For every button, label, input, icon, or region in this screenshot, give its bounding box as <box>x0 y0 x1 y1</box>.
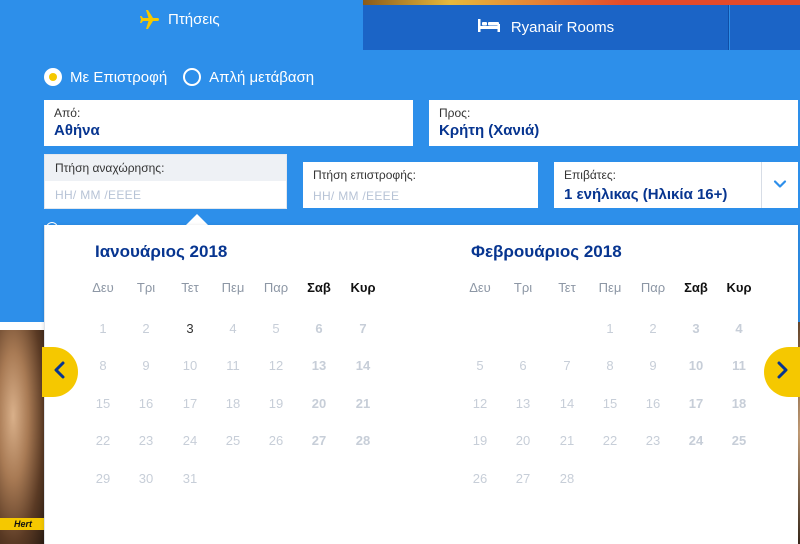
calendar-day: 23 <box>645 433 661 448</box>
return-placeholder: ΗΗ/ ΜΜ /ΕΕΕΕ <box>313 189 400 203</box>
calendar-day: 21 <box>559 433 575 448</box>
calendar-day: 2 <box>649 321 657 336</box>
tab-ryanair-rooms[interactable]: Ryanair Rooms <box>363 5 729 50</box>
radio-checked-icon <box>44 68 62 86</box>
calendar-day: 17 <box>688 396 704 411</box>
plane-icon <box>136 8 160 37</box>
month-title: Φεβρουάριος 2018 <box>471 242 622 261</box>
return-label: Πτήση επιστροφής: <box>313 168 417 182</box>
tab-more[interactable] <box>730 5 800 50</box>
calendar-day: 1 <box>606 321 614 336</box>
calendar-day: 11 <box>732 358 746 373</box>
calendar-day: 19 <box>472 433 488 448</box>
calendar-day: 16 <box>645 396 661 411</box>
weekday-header: Σαβ <box>684 280 708 295</box>
weekday-header: Παρ <box>640 280 666 295</box>
origin-value: Αθήνα <box>54 122 100 139</box>
calendar-day: 15 <box>602 396 618 411</box>
calendar-day: 3 <box>692 321 700 336</box>
departure-date-field[interactable]: Πτήση αναχώρησης: ΗΗ/ ΜΜ /ΕΕΕΕ <box>44 154 287 209</box>
weekday-header: Τρι <box>513 280 533 295</box>
destination-label: Προς: <box>439 106 471 120</box>
departure-placeholder: ΗΗ/ ΜΜ /ΕΕΕΕ <box>55 188 142 202</box>
bed-icon <box>477 17 501 38</box>
calendar-day: 20 <box>515 433 531 448</box>
passengers-field[interactable]: Επιβάτες: 1 ενήλικας (Ηλικία 16+) <box>554 162 798 208</box>
date-picker-calendar: Ιανουάριος 2018 Δευ Τρι Τετ Πεμ Παρ Σαβ Κυρ 1 2 3… <box>44 225 798 544</box>
one-way-radio[interactable]: Απλή μετάβαση <box>183 68 314 86</box>
calendar-day: 25 <box>731 433 747 448</box>
calendar-day: 14 <box>559 396 575 411</box>
calendar-day: 6 <box>519 358 527 373</box>
weekday-header: Πεμ <box>598 280 622 295</box>
calendar-day: 26 <box>472 471 488 486</box>
calendar-day: 28 <box>559 471 575 486</box>
calendar-day: 24 <box>688 433 704 448</box>
calendar-day: 5 <box>476 358 484 373</box>
origin-field[interactable]: Από: Αθήνα <box>44 100 413 146</box>
tab-flights-label: Πτήσεις <box>168 11 220 28</box>
return-trip-label: Με Επιστροφή <box>70 68 168 86</box>
trip-type-selector: Με Επιστροφή Απλή μετάβαση <box>44 68 314 86</box>
calendar-day: 10 <box>688 358 704 373</box>
tab-rooms-label: Ryanair Rooms <box>510 19 615 36</box>
radio-unchecked-icon <box>183 68 202 86</box>
return-date-field[interactable]: Πτήση επιστροφής: ΗΗ/ ΜΜ /ΕΕΕΕ <box>303 162 538 208</box>
calendar-month-february: Φεβρουάριος 2018 Δευ Τρι Τετ Πεμ Παρ Σαβ Κυρ 1 2… <box>45 225 798 544</box>
calendar-day: 13 <box>515 396 531 411</box>
weekday-header: Δευ <box>469 280 491 295</box>
tab-flights[interactable]: Πτήσεις <box>0 0 362 50</box>
hertz-badge: Hert <box>0 518 44 530</box>
destination-field[interactable]: Προς: Κρήτη (Χανιά) <box>429 100 798 146</box>
chevron-left-icon <box>53 361 67 384</box>
origin-label: Από: <box>54 106 81 120</box>
weekday-header: Τετ <box>558 280 576 295</box>
passengers-value: 1 ενήλικας (Ηλικία 16+) <box>564 186 728 203</box>
return-trip-radio[interactable]: Με Επιστροφή <box>44 68 167 86</box>
calendar-pointer <box>186 214 208 225</box>
one-way-label: Απλή μετάβαση <box>209 68 315 86</box>
calendar-day: 12 <box>472 396 488 411</box>
calendar-day: 4 <box>735 321 743 336</box>
destination-value: Κρήτη (Χανιά) <box>439 122 540 139</box>
calendar-day: 18 <box>731 396 747 411</box>
chevron-right-icon <box>775 361 789 384</box>
calendar-day: 7 <box>563 358 571 373</box>
passengers-label: Επιβάτες: <box>564 168 616 182</box>
passengers-divider <box>761 162 762 208</box>
calendar-day: 8 <box>606 358 614 373</box>
weekday-header: Κυρ <box>726 280 752 295</box>
calendar-day: 9 <box>649 358 657 373</box>
chevron-down-icon[interactable] <box>772 176 788 192</box>
departure-label: Πτήση αναχώρησης: <box>55 161 165 175</box>
promo-image: Hert <box>0 330 44 544</box>
calendar-day: 22 <box>602 433 618 448</box>
calendar-day: 27 <box>515 471 531 486</box>
